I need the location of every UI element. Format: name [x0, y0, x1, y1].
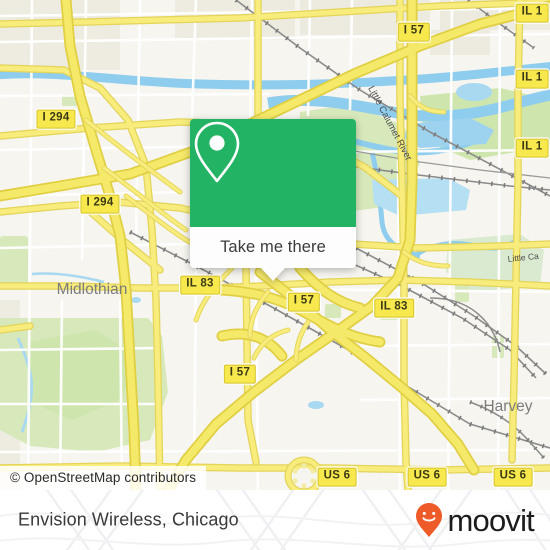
- highway-shield-label: US 6: [499, 469, 527, 482]
- place-label-midlothian: Midlothian: [57, 281, 128, 298]
- highway-shield: US 6: [493, 467, 533, 487]
- highway-shield: I 57: [223, 364, 257, 384]
- highway-shield: IL 1: [515, 3, 549, 23]
- highway-shield: IL 83: [180, 275, 220, 295]
- highway-shield: IL 1: [515, 69, 549, 89]
- highway-shield-label: US 6: [413, 469, 441, 482]
- moovit-smiley-pin-icon: [416, 503, 443, 537]
- highway-shield: I 294: [80, 194, 120, 214]
- highway-shield-label: IL 83: [380, 300, 408, 313]
- highway-shield-label: I 294: [86, 196, 114, 209]
- highway-shield-label: IL 83: [186, 277, 214, 290]
- location-popup-card[interactable]: Take me there: [190, 119, 356, 281]
- highway-shield-label: I 57: [403, 24, 425, 37]
- highway-shield: I 294: [36, 109, 76, 129]
- highway-shield: I 57: [287, 292, 321, 312]
- place-label-harvey: Harvey: [483, 398, 532, 415]
- moovit-wordmark: moovit: [447, 502, 534, 538]
- highway-shield: IL 1: [515, 138, 549, 158]
- highway-shield-label: IL 1: [521, 5, 543, 18]
- osm-attribution[interactable]: © OpenStreetMap contributors: [0, 466, 207, 490]
- highway-shield-label: I 57: [293, 294, 315, 307]
- highway-shield-label: IL 1: [521, 71, 543, 84]
- footer-bar: Envision Wireless, Chicago moovit: [0, 490, 550, 550]
- highway-shield-label: I 57: [229, 366, 251, 379]
- popup-action-area[interactable]: Take me there: [190, 227, 356, 281]
- highway-shield-label: US 6: [323, 469, 351, 482]
- highway-shield: IL 83: [374, 298, 414, 318]
- moovit-logo[interactable]: moovit: [414, 502, 535, 538]
- location-title: Envision Wireless, Chicago: [18, 509, 239, 530]
- highway-shield: US 6: [407, 467, 447, 487]
- map-canvas[interactable]: Midlothian Harvey Little Calumet River L…: [0, 0, 550, 490]
- map-pin-icon: [194, 121, 240, 183]
- highway-shield-label: IL 1: [521, 140, 543, 153]
- highway-shield: I 57: [397, 22, 431, 42]
- popup-pointer: [260, 267, 286, 281]
- highway-shield: US 6: [317, 467, 357, 487]
- highway-shield-label: I 294: [42, 111, 70, 124]
- map-screenshot: Midlothian Harvey Little Calumet River L…: [0, 0, 550, 550]
- popup-marker-area: [190, 119, 356, 227]
- take-me-there-button[interactable]: Take me there: [220, 238, 326, 257]
